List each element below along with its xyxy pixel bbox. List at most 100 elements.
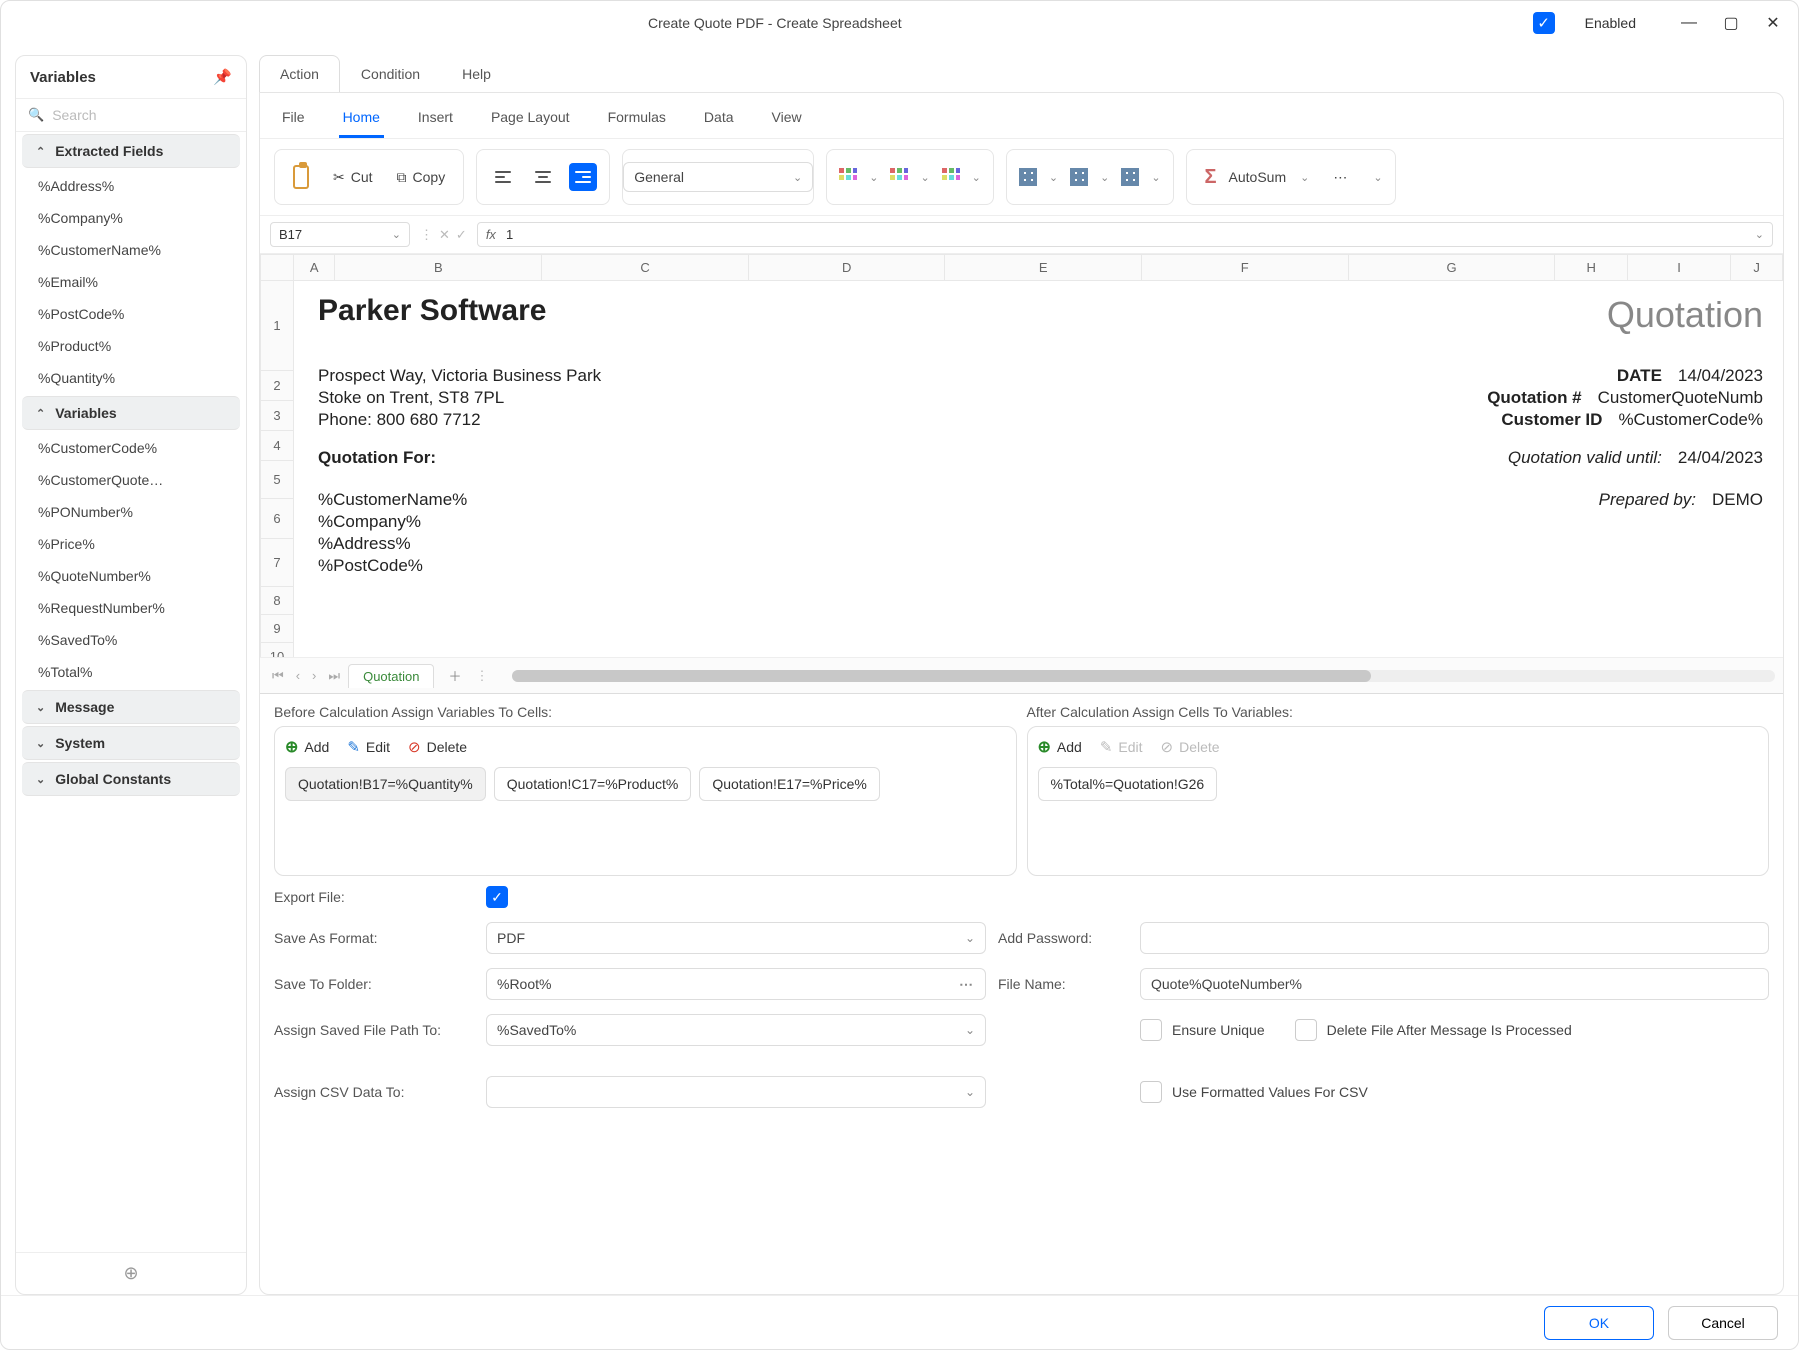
- search-icon: 🔍: [28, 107, 44, 123]
- ribbon-tab-file[interactable]: File: [278, 103, 309, 138]
- var-item[interactable]: %Price%: [16, 528, 246, 560]
- pin-icon[interactable]: 📌: [213, 68, 232, 86]
- cancel-button[interactable]: Cancel: [1668, 1306, 1778, 1340]
- number-format-dropdown[interactable]: General⌄: [623, 162, 813, 192]
- more-button[interactable]: ⋯: [1327, 165, 1353, 190]
- file-name-input[interactable]: Quote%QuoteNumber%: [1140, 968, 1769, 1000]
- ribbon-tab-insert[interactable]: Insert: [414, 103, 457, 138]
- close-button[interactable]: ✕: [1764, 14, 1782, 32]
- before-delete-button[interactable]: ⊘Delete: [408, 737, 467, 757]
- var-item[interactable]: %Total%: [16, 656, 246, 688]
- format-table-button[interactable]: ⌄: [890, 168, 929, 186]
- group-message[interactable]: ⌄ Message: [22, 690, 240, 724]
- after-add-button[interactable]: ⊕Add: [1038, 737, 1082, 757]
- ribbon-tab-home[interactable]: Home: [339, 103, 384, 138]
- var-item[interactable]: %Product%: [16, 330, 246, 362]
- formula-bar[interactable]: fx 1 ⌄: [477, 222, 1773, 247]
- var-item[interactable]: %PostCode%: [16, 298, 246, 330]
- sheet-nav-last-icon[interactable]: ⏭: [324, 668, 344, 684]
- group-extracted-fields[interactable]: ⌃ Extracted Fields: [22, 134, 240, 168]
- mapping-chip[interactable]: Quotation!E17=%Price%: [699, 767, 879, 801]
- var-item[interactable]: %CustomerName%: [16, 234, 246, 266]
- after-label: After Calculation Assign Cells To Variab…: [1027, 704, 1770, 720]
- assign-csv-label: Assign CSV Data To:: [274, 1068, 474, 1100]
- titlebar: Create Quote PDF - Create Spreadsheet ✓ …: [1, 1, 1798, 45]
- chevron-down-icon: ⌄: [36, 737, 45, 750]
- sheet-split-handle[interactable]: ⋮: [475, 668, 488, 684]
- group-global-constants[interactable]: ⌄ Global Constants: [22, 762, 240, 796]
- var-item[interactable]: %CustomerCode%: [16, 432, 246, 464]
- mapping-chip[interactable]: Quotation!C17=%Product%: [494, 767, 692, 801]
- var-item[interactable]: %Email%: [16, 266, 246, 298]
- cond-format-button[interactable]: ⌄: [839, 168, 878, 186]
- ok-button[interactable]: OK: [1544, 1306, 1654, 1340]
- ribbon-expand-icon[interactable]: ⌄: [1373, 171, 1382, 184]
- delete-after-checkbox[interactable]: [1295, 1019, 1317, 1041]
- autosum-button[interactable]: ΣAutoSum⌄: [1199, 162, 1316, 193]
- save-as-format-dropdown[interactable]: PDF⌄: [486, 922, 986, 954]
- before-edit-button[interactable]: ✎Edit: [347, 737, 390, 757]
- export-file-checkbox[interactable]: ✓: [486, 886, 508, 908]
- ribbon-tab-formulas[interactable]: Formulas: [604, 103, 670, 138]
- after-box: ⊕Add ✎Edit ⊘Delete %Total%=Quotation!G26: [1027, 726, 1770, 876]
- cell-styles-button[interactable]: ⌄: [942, 168, 981, 186]
- sheet-tab-quotation[interactable]: Quotation: [348, 664, 434, 688]
- save-to-folder-input[interactable]: %Root%⋯: [486, 968, 986, 1000]
- sheet-nav-first-icon[interactable]: ⏮: [268, 668, 288, 684]
- use-formatted-checkbox[interactable]: [1140, 1081, 1162, 1103]
- add-sheet-button[interactable]: ＋: [438, 662, 471, 689]
- add-variable-icon[interactable]: ⊕: [123, 1263, 138, 1284]
- chevron-down-icon[interactable]: ⌄: [1755, 228, 1764, 241]
- browse-icon[interactable]: ⋯: [959, 976, 975, 993]
- maximize-button[interactable]: ▢: [1722, 14, 1740, 32]
- copy-button[interactable]: ⧉Copy: [391, 165, 452, 190]
- copy-icon: ⧉: [397, 169, 407, 186]
- mapping-chip[interactable]: Quotation!B17=%Quantity%: [285, 767, 486, 801]
- before-add-button[interactable]: ⊕Add: [285, 737, 329, 757]
- delete-after-label: Delete File After Message Is Processed: [1327, 1022, 1572, 1038]
- ribbon-tab-view[interactable]: View: [768, 103, 806, 138]
- paste-button[interactable]: [287, 163, 315, 191]
- mapping-chip[interactable]: %Total%=Quotation!G26: [1038, 767, 1218, 801]
- cancel-formula-icon[interactable]: ✕: [439, 227, 450, 243]
- tab-condition[interactable]: Condition: [340, 55, 441, 92]
- assign-csv-dropdown[interactable]: ⌄: [486, 1076, 986, 1108]
- accept-formula-icon[interactable]: ✓: [456, 227, 467, 243]
- add-password-input[interactable]: [1140, 922, 1769, 954]
- assign-path-dropdown[interactable]: %SavedTo%⌄: [486, 1014, 986, 1046]
- minimize-button[interactable]: —: [1680, 14, 1698, 32]
- format-cells-button[interactable]: ⌄: [1121, 168, 1160, 186]
- cut-button[interactable]: ✂Cut: [327, 165, 379, 190]
- ensure-unique-checkbox[interactable]: [1140, 1019, 1162, 1041]
- sheet-nav-prev-icon[interactable]: ‹: [292, 668, 304, 683]
- align-left-button[interactable]: [489, 163, 517, 191]
- variables-sidebar: Variables 📌 🔍 ⌃ Extracted Fields %Addres…: [15, 55, 247, 1295]
- var-item[interactable]: %SavedTo%: [16, 624, 246, 656]
- var-item[interactable]: %CustomerQuote…: [16, 464, 246, 496]
- search-wrap: 🔍: [16, 99, 246, 132]
- tab-help[interactable]: Help: [441, 55, 512, 92]
- var-item[interactable]: %PONumber%: [16, 496, 246, 528]
- delete-cells-button[interactable]: ⌄: [1070, 168, 1109, 186]
- var-item[interactable]: %RequestNumber%: [16, 592, 246, 624]
- align-right-button[interactable]: [569, 163, 597, 191]
- var-item[interactable]: %Quantity%: [16, 362, 246, 394]
- group-system[interactable]: ⌄ System: [22, 726, 240, 760]
- expand-icon[interactable]: ⋮: [420, 227, 433, 243]
- name-box[interactable]: B17⌄: [270, 222, 410, 247]
- group-variables[interactable]: ⌃ Variables: [22, 396, 240, 430]
- var-item[interactable]: %Address%: [16, 170, 246, 202]
- search-input[interactable]: [52, 107, 234, 123]
- tab-action[interactable]: Action: [259, 55, 340, 92]
- sheet-nav-next-icon[interactable]: ›: [308, 668, 320, 683]
- insert-cells-button[interactable]: ⌄: [1019, 168, 1058, 186]
- ribbon-tab-pagelayout[interactable]: Page Layout: [487, 103, 574, 138]
- ribbon-tab-data[interactable]: Data: [700, 103, 738, 138]
- window-title: Create Quote PDF - Create Spreadsheet: [17, 15, 1533, 31]
- align-center-button[interactable]: [529, 163, 557, 191]
- fx-icon: fx: [486, 227, 496, 242]
- var-item[interactable]: %QuoteNumber%: [16, 560, 246, 592]
- horizontal-scrollbar[interactable]: [512, 670, 1775, 682]
- enabled-checkbox[interactable]: ✓: [1533, 12, 1555, 34]
- var-item[interactable]: %Company%: [16, 202, 246, 234]
